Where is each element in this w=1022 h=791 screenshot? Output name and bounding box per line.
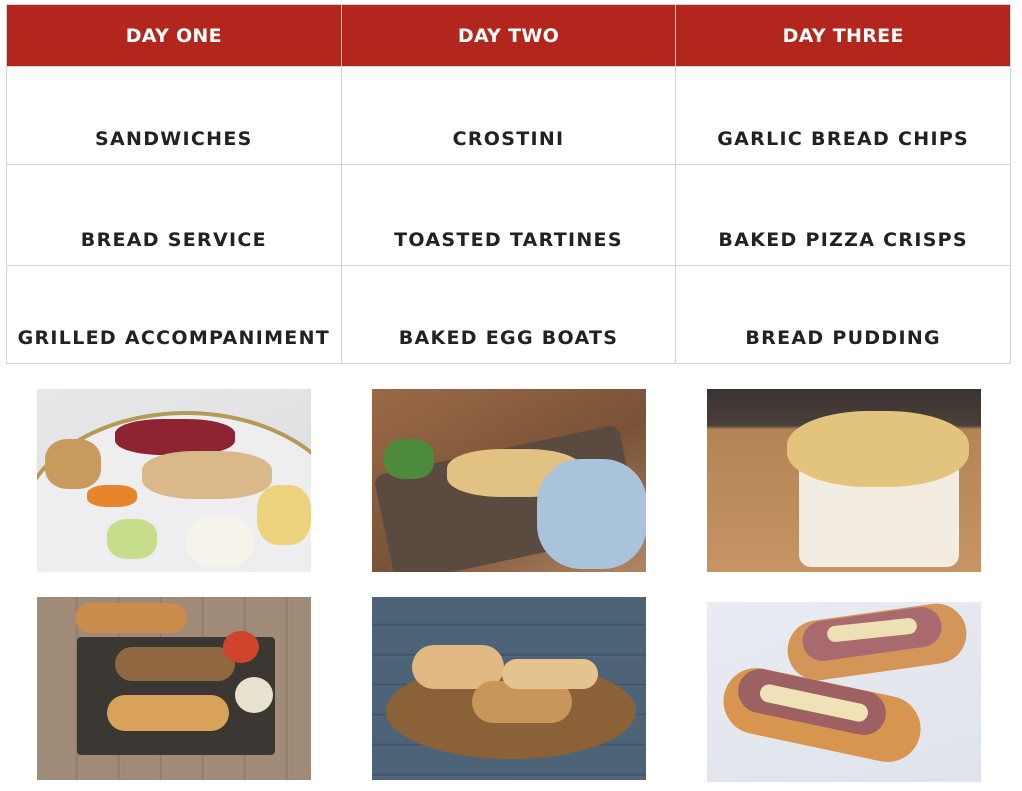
pudding-top-shape: [787, 411, 969, 487]
menu-table: DAY ONE DAY TWO DAY THREE SANDWICHES CRO…: [6, 4, 1011, 364]
steak-sandwich-board-photo: [372, 597, 646, 780]
menu-cell: BREAD PUDDING: [675, 265, 1011, 364]
bread-service-cheese-platter-photo: [37, 389, 311, 572]
menu-cell: GRILLED ACCOMPANIMENT: [6, 265, 342, 364]
header-day-one: DAY ONE: [6, 4, 342, 67]
apple-slices-shape: [107, 519, 157, 559]
garlic-bread-board-photo: [372, 389, 646, 572]
sauce-bowl-shape: [223, 631, 259, 663]
baguette-shape: [75, 603, 187, 633]
steak-crostini-photo: [707, 602, 981, 782]
menu-cell: BAKED EGG BOATS: [340, 265, 677, 364]
hard-cheese-shape: [257, 485, 311, 545]
brie-shape: [187, 517, 253, 567]
menu-cell: CROSTINI: [340, 66, 677, 165]
menu-cell: BAKED PIZZA CRISPS: [675, 164, 1011, 266]
sandwich-3-shape: [502, 659, 598, 689]
tartine-2-shape: [107, 695, 229, 731]
cheddar-shape: [87, 485, 137, 507]
menu-cell: TOASTED TARTINES: [340, 164, 677, 266]
header-row: DAY ONE DAY TWO DAY THREE: [6, 4, 1011, 67]
charcuterie-shape: [115, 419, 235, 455]
header-day-three: DAY THREE: [675, 4, 1011, 67]
herbs-shape: [384, 439, 434, 479]
bread-shape: [142, 451, 272, 499]
napkin-shape: [537, 459, 646, 569]
header-day-two: DAY TWO: [340, 4, 677, 67]
table-row: SANDWICHES CROSTINI GARLIC BREAD CHIPS: [6, 66, 1011, 165]
table-row: GRILLED ACCOMPANIMENT BAKED EGG BOATS BR…: [6, 265, 1011, 364]
tartine-1-shape: [115, 647, 235, 681]
menu-cell: GARLIC BREAD CHIPS: [675, 66, 1011, 165]
nuts-shape: [45, 439, 101, 489]
menu-cell: BREAD SERVICE: [6, 164, 342, 266]
bread-pudding-souffle-photo: [707, 389, 981, 572]
dip-bowl-shape: [235, 677, 273, 713]
menu-cell: SANDWICHES: [6, 66, 342, 165]
table-row: BREAD SERVICE TOASTED TARTINES BAKED PIZ…: [6, 164, 1011, 266]
pizza-tartines-rack-photo: [37, 597, 311, 780]
